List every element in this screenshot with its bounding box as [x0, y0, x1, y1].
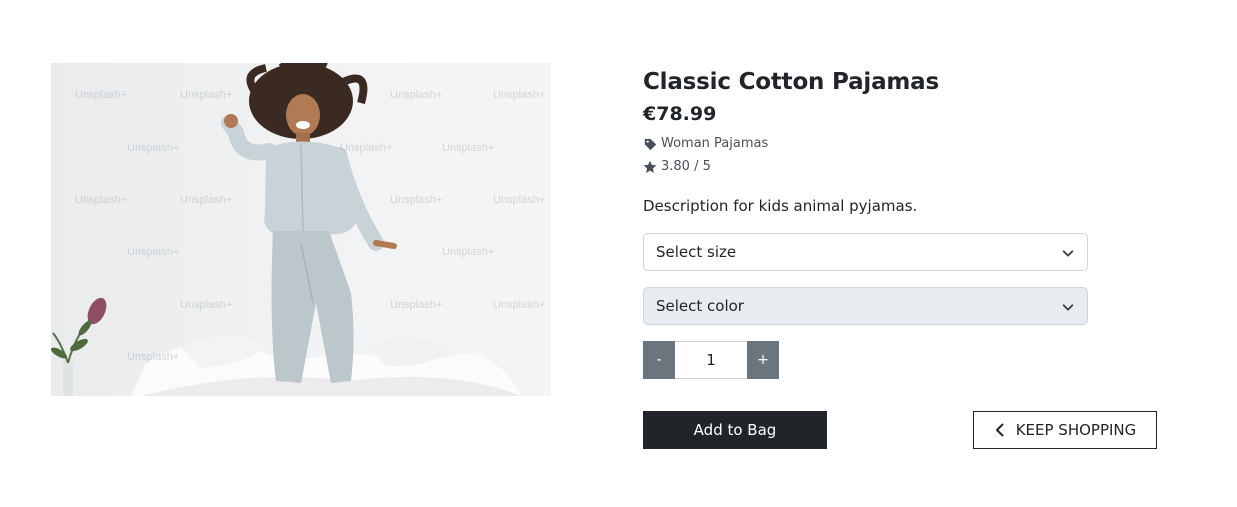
quantity-stepper: - + — [643, 341, 783, 379]
keep-shopping-label: KEEP SHOPPING — [1015, 421, 1137, 439]
watermark: Unsplash+ — [180, 299, 233, 311]
watermark: Unsplash+ — [390, 194, 443, 206]
decrement-button[interactable]: - — [643, 341, 675, 379]
watermark: Unsplash+ — [127, 351, 180, 363]
size-select[interactable]: Select size — [643, 233, 1088, 271]
tag-icon — [643, 137, 657, 151]
watermark: Unsplash+ — [180, 89, 233, 101]
product-actions: Add to Bag KEEP SHOPPING — [643, 411, 1163, 449]
product-rating: 3.80 / 5 — [643, 157, 1163, 177]
color-select[interactable]: Select color — [643, 287, 1088, 325]
color-select-value: Select color — [656, 297, 744, 315]
watermark: Unsplash+ — [390, 299, 443, 311]
size-select-value: Select size — [656, 243, 737, 261]
chevron-left-icon — [994, 423, 1006, 437]
quantity-input[interactable] — [675, 341, 747, 379]
chevron-down-icon — [1061, 246, 1075, 260]
watermark: Unsplash+ — [180, 194, 233, 206]
product-price: €78.99 — [643, 103, 717, 125]
watermark: Unsplash+ — [390, 89, 443, 101]
chevron-down-icon — [1061, 300, 1075, 314]
product-photo — [51, 63, 551, 396]
product-description: Description for kids animal pyjamas. — [643, 197, 918, 215]
watermark: Unsplash+ — [442, 142, 495, 154]
product-details: Classic Cotton Pajamas €78.99 Woman Paja… — [643, 66, 1163, 449]
star-icon — [643, 160, 657, 174]
product-image: Unsplash+ Unsplash+ Unsplash+ Unsplash+ … — [51, 63, 551, 396]
watermark: Unsplash+ — [127, 142, 180, 154]
watermark: Unsplash+ — [340, 142, 393, 154]
watermark: Unsplash+ — [442, 246, 495, 258]
increment-button[interactable]: + — [747, 341, 779, 379]
product-detail-page: Unsplash+ Unsplash+ Unsplash+ Unsplash+ … — [0, 0, 1237, 507]
watermark: Unsplash+ — [75, 89, 128, 101]
watermark: Unsplash+ — [493, 89, 546, 101]
add-to-bag-button[interactable]: Add to Bag — [643, 411, 827, 449]
rating-value: 3.80 / 5 — [661, 159, 711, 174]
keep-shopping-button[interactable]: KEEP SHOPPING — [973, 411, 1157, 449]
watermark: Unsplash+ — [493, 299, 546, 311]
watermark: Unsplash+ — [75, 194, 128, 206]
category-label: Woman Pajamas — [661, 136, 769, 151]
product-category: Woman Pajamas — [643, 134, 1163, 154]
watermark: Unsplash+ — [493, 194, 546, 206]
watermark: Unsplash+ — [127, 246, 180, 258]
product-title: Classic Cotton Pajamas — [643, 69, 939, 95]
